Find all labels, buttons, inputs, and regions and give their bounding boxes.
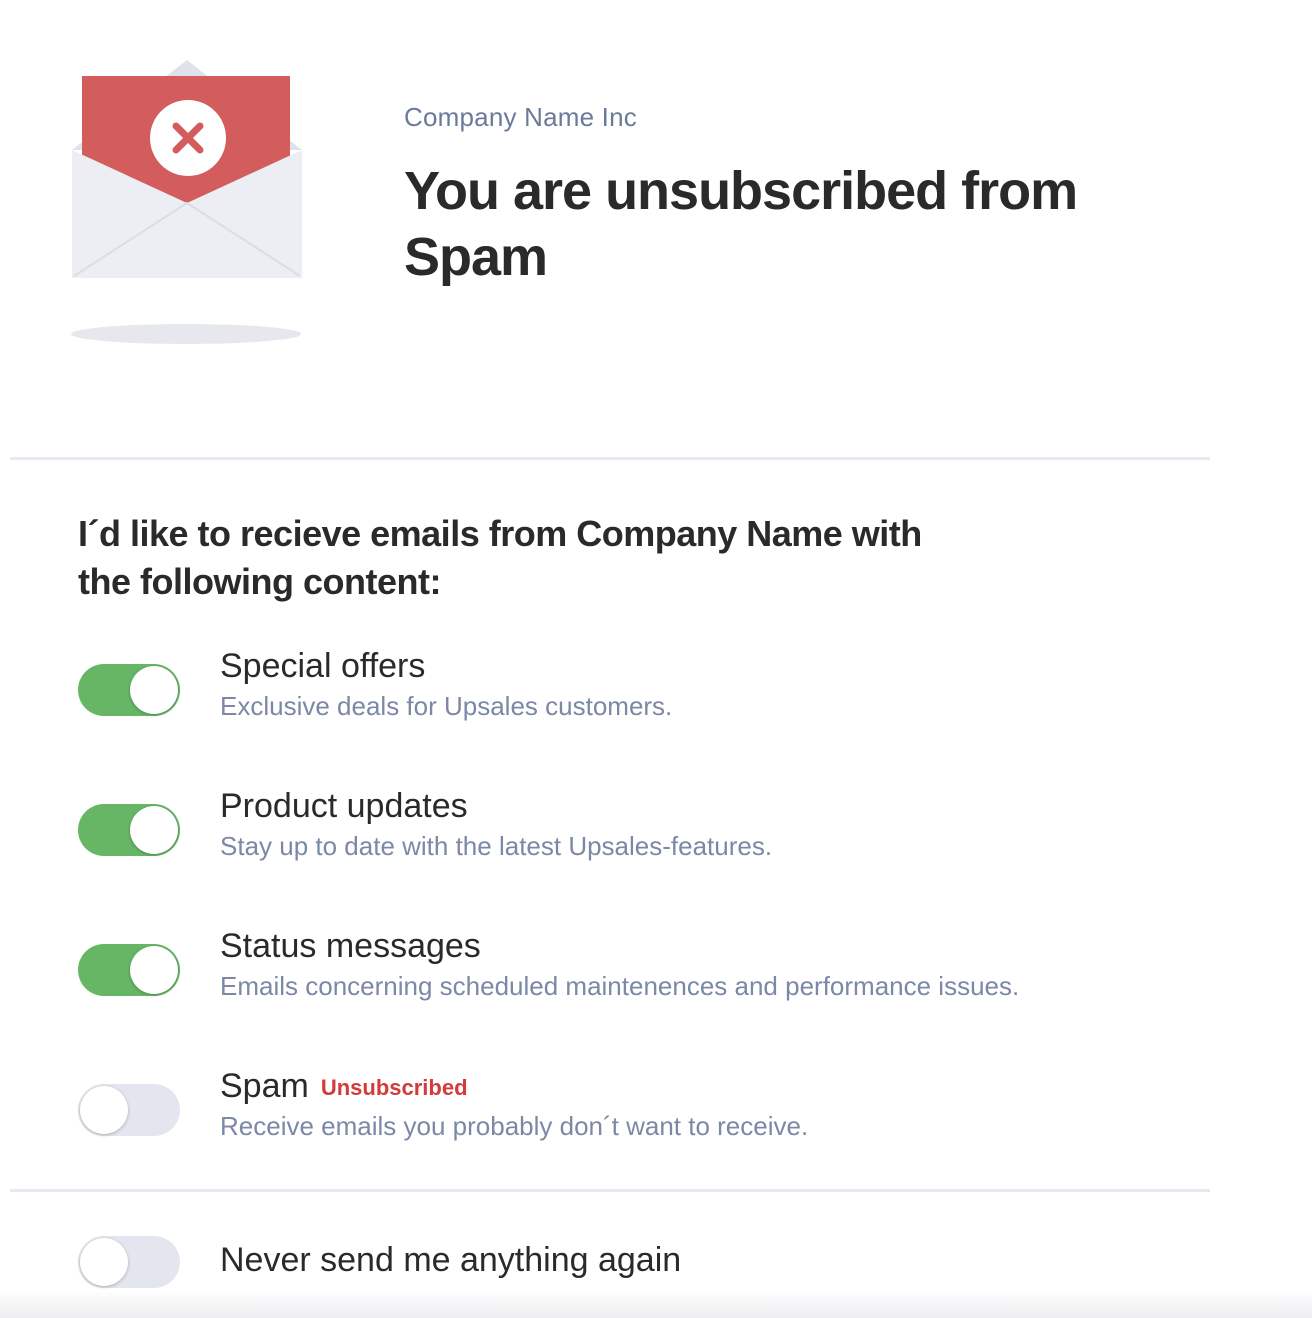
toggle-knob [130, 946, 178, 994]
company-name: Company Name Inc [404, 102, 637, 132]
preference-title: Status messages [220, 927, 481, 965]
preference-item-special-offers: Special offers Exclusive deals for Upsal… [78, 646, 1178, 736]
page-bottom-edge [0, 1290, 1312, 1318]
toggle-knob [130, 666, 178, 714]
preference-item-product-updates: Product updates Stay up to date with the… [78, 786, 1178, 876]
preference-description: Emails concerning scheduled maintenences… [220, 971, 1020, 1001]
status-messages-toggle[interactable] [78, 944, 180, 996]
preference-title: Spam Unsubscribed [220, 1067, 468, 1105]
never-send-label: Never send me anything again [220, 1241, 682, 1279]
special-offers-toggle[interactable] [78, 664, 180, 716]
toggle-knob [130, 806, 178, 854]
divider [10, 457, 1210, 460]
envelope-unsubscribed-icon [70, 58, 304, 348]
page-title: You are unsubscribed from Spam [404, 161, 1078, 287]
toggle-knob [80, 1086, 128, 1134]
status-badge: Unsubscribed [320, 1075, 468, 1100]
preference-title: Special offers [220, 647, 426, 685]
preference-item-spam: Spam Unsubscribed Receive emails you prob… [78, 1066, 1178, 1156]
divider [10, 1189, 1210, 1192]
toggle-knob [80, 1238, 128, 1286]
preference-item-status-messages: Status messages Emails concerning schedu… [78, 926, 1178, 1016]
preference-description: Exclusive deals for Upsales customers. [220, 691, 673, 721]
preference-title: Product updates [220, 787, 468, 825]
never-send-toggle[interactable] [78, 1236, 180, 1288]
preference-description: Receive emails you probably don´t want t… [220, 1111, 809, 1141]
product-updates-toggle[interactable] [78, 804, 180, 856]
spam-toggle[interactable] [78, 1084, 180, 1136]
preference-description: Stay up to date with the latest Upsales-… [220, 831, 773, 861]
preferences-heading: I´d like to recieve emails from Company … [78, 513, 922, 602]
